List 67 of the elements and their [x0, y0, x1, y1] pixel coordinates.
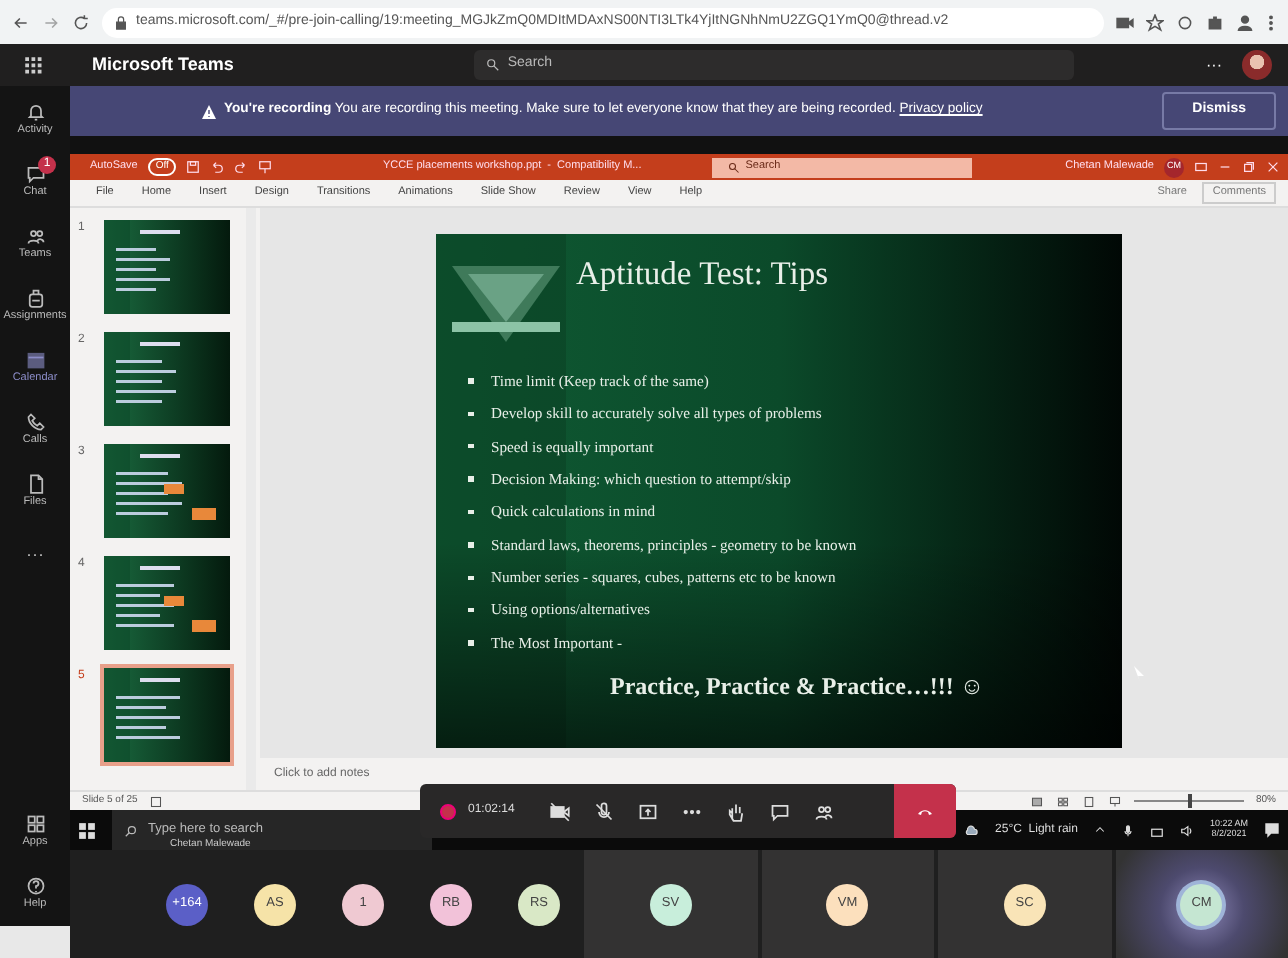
redo-icon[interactable] [234, 160, 249, 174]
help-icon [25, 876, 45, 897]
slide-thumbnail[interactable] [104, 220, 230, 314]
bullet-icon [468, 378, 473, 384]
slide-closing-text: Practice, Practice & Practice…!!! ☺ [610, 670, 985, 705]
zoom-slider-handle[interactable] [1188, 794, 1193, 808]
search-icon [727, 161, 740, 173]
people-icon [25, 226, 45, 247]
close-icon[interactable] [1266, 160, 1280, 174]
share-screen-icon [638, 801, 659, 821]
normal-view-icon[interactable] [1029, 795, 1044, 807]
user-avatar[interactable] [1242, 50, 1272, 80]
app-title: Microsoft Teams [92, 51, 234, 78]
bullet-icon [468, 443, 473, 449]
notification-icon[interactable] [1264, 822, 1280, 838]
windows-start-icon[interactable] [78, 821, 96, 839]
raise-hand-icon [726, 801, 747, 821]
lock-icon [114, 15, 128, 29]
back-icon[interactable] [12, 13, 30, 31]
bullet-icon [468, 509, 473, 515]
profile-icon[interactable] [1236, 13, 1254, 31]
microphone-icon[interactable] [1121, 823, 1134, 837]
backpack-icon [25, 288, 45, 309]
bullet-icon [468, 575, 473, 581]
slide-thumbnail[interactable] [104, 556, 230, 650]
slide-thumbnail[interactable] [104, 668, 230, 762]
camera-icon[interactable] [1116, 13, 1134, 31]
more-button[interactable]: ··· [1206, 53, 1222, 77]
cloud-icon [961, 823, 980, 837]
calendar-icon [25, 350, 45, 371]
bullet-icon [468, 542, 473, 548]
slideshow-icon[interactable] [1107, 795, 1122, 807]
slide-thumbnail[interactable] [104, 332, 230, 426]
accessibility-icon[interactable] [149, 795, 162, 807]
sorter-view-icon[interactable] [1055, 795, 1070, 807]
bullet-icon [468, 640, 473, 646]
reload-icon[interactable] [72, 13, 90, 31]
reading-view-icon[interactable] [1081, 795, 1096, 807]
phone-icon [25, 412, 45, 433]
restore-icon[interactable] [1242, 160, 1256, 174]
menu-icon[interactable] [1266, 13, 1276, 31]
bell-icon [25, 102, 45, 123]
chevron-up-icon[interactable] [1093, 824, 1106, 836]
mic-off-icon [594, 801, 615, 821]
warning-icon [200, 103, 218, 119]
app-launcher-icon[interactable] [24, 55, 44, 75]
people-icon [814, 801, 835, 821]
slide-title: Aptitude Test: Tips [576, 252, 828, 296]
star-icon[interactable] [1146, 13, 1164, 31]
presentation-icon[interactable] [258, 160, 273, 174]
more-apps-button[interactable]: ··· [0, 524, 70, 586]
camera-off-icon [550, 801, 571, 821]
file-icon [25, 474, 45, 495]
ribbon-display-icon[interactable] [1194, 160, 1208, 174]
slide-thumbnail[interactable] [104, 444, 230, 538]
bullet-icon [468, 476, 473, 482]
bullet-icon [468, 411, 473, 417]
apps-icon [25, 814, 45, 835]
save-icon[interactable] [186, 160, 201, 174]
chat-icon [25, 164, 45, 185]
search-icon [124, 823, 138, 837]
chat-icon [770, 801, 791, 821]
pointer-icon [1132, 664, 1146, 682]
volume-icon[interactable] [1179, 823, 1194, 837]
bullet-icon [468, 607, 473, 613]
search-icon [485, 58, 500, 72]
undo-icon[interactable] [210, 160, 225, 174]
